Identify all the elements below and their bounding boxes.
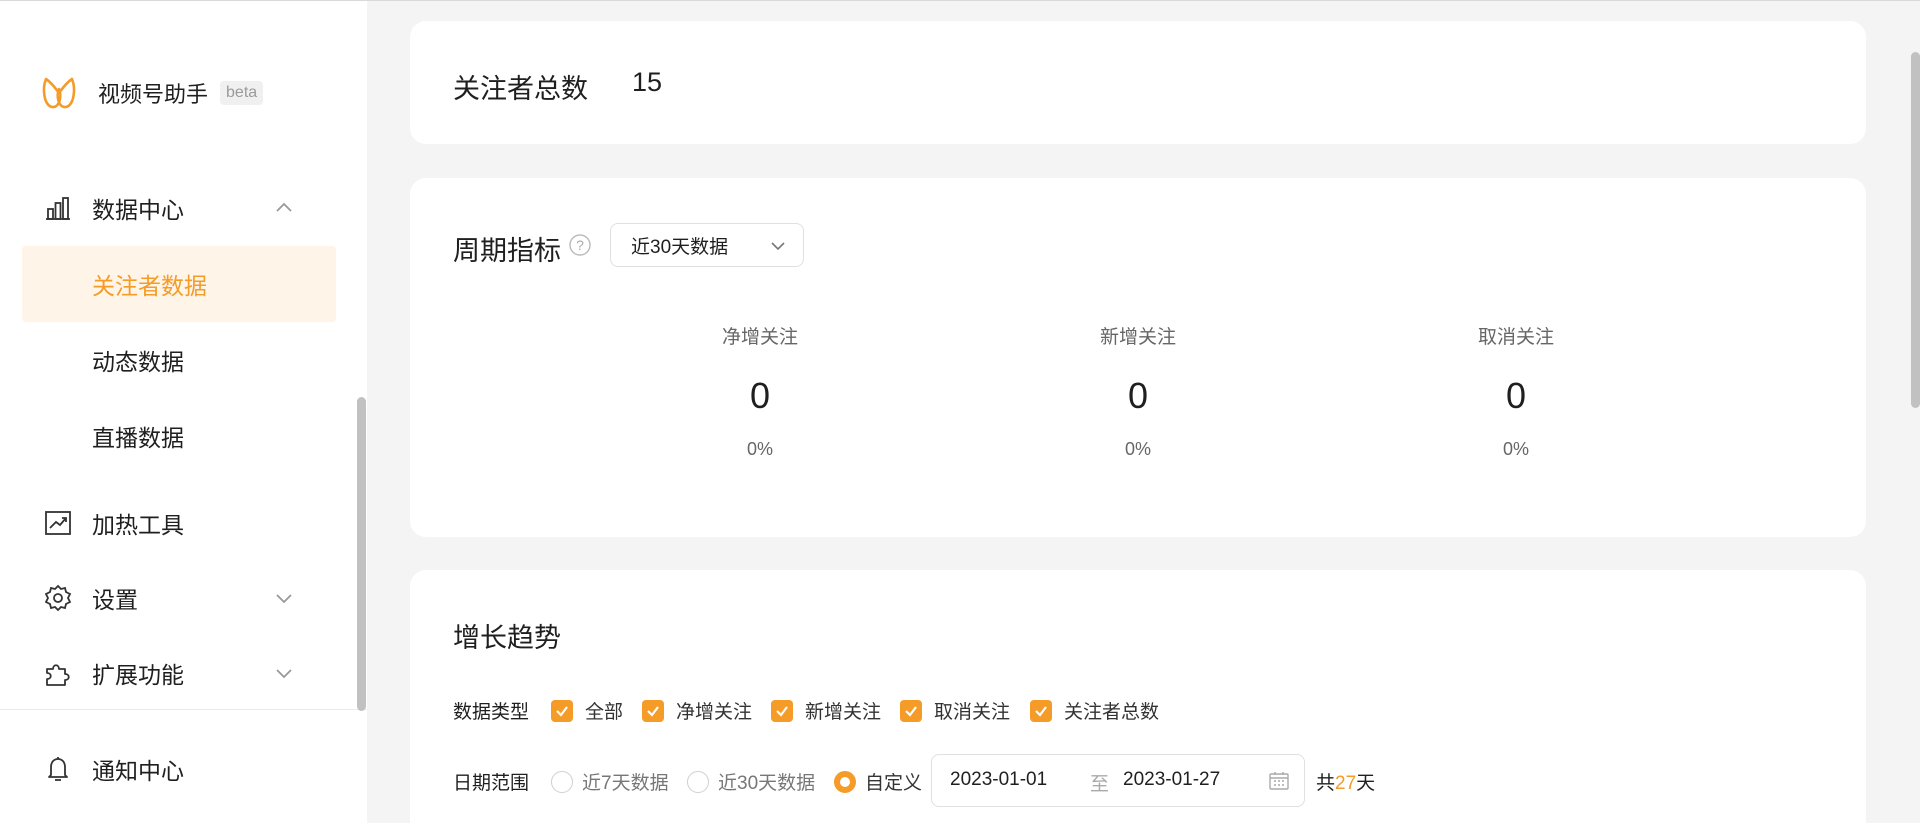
puzzle-icon bbox=[44, 659, 72, 687]
checkbox-label: 净增关注 bbox=[676, 702, 753, 723]
channels-logo-icon bbox=[42, 77, 76, 109]
data-type-label: 数据类型 bbox=[453, 702, 530, 723]
checkbox-followers-total[interactable]: 关注者总数 bbox=[1030, 697, 1159, 724]
checkbox-label: 取消关注 bbox=[934, 702, 1011, 723]
metric-unfollow: 取消关注 0 0% bbox=[1416, 322, 1616, 460]
trend-chart-icon bbox=[44, 509, 72, 537]
radio-circle bbox=[551, 770, 573, 793]
chevron-down-icon[interactable] bbox=[274, 663, 294, 683]
metric-new-follow: 新增关注 0 0% bbox=[1038, 322, 1238, 460]
nav-data-center-label: 数据中心 bbox=[92, 197, 184, 223]
checkbox-checked-icon bbox=[900, 699, 922, 722]
radio-label: 近30天数据 bbox=[718, 773, 816, 794]
sidebar-item-live-data[interactable]: 直播数据 bbox=[22, 398, 336, 474]
metric-value: 0 bbox=[1127, 375, 1149, 416]
metric-pct: 0% bbox=[1124, 439, 1151, 459]
checkbox-label: 新增关注 bbox=[805, 702, 882, 723]
followers-total-card: 关注者总数 15 bbox=[410, 21, 1866, 144]
end-date-input[interactable]: 2023-01-27 bbox=[1123, 769, 1220, 791]
checkbox-unfollow[interactable]: 取消关注 bbox=[900, 697, 1010, 724]
checkbox-net-follow[interactable]: 净增关注 bbox=[642, 697, 752, 724]
nav-extensions-label: 扩展功能 bbox=[92, 662, 184, 688]
svg-text:?: ? bbox=[576, 237, 584, 253]
nav-data-center[interactable]: 数据中心 bbox=[44, 188, 324, 228]
brand[interactable]: 视频号助手 beta bbox=[40, 75, 264, 111]
checkbox-label: 全部 bbox=[585, 702, 624, 723]
growth-trend-title: 增长趋势 bbox=[453, 623, 561, 653]
radio-circle bbox=[834, 770, 856, 793]
date-separator: 至 bbox=[1090, 774, 1110, 795]
period-select-value: 近30天数据 bbox=[631, 236, 729, 258]
help-icon[interactable]: ? bbox=[568, 233, 592, 257]
checkbox-checked-icon bbox=[642, 699, 664, 722]
calendar-icon bbox=[1269, 772, 1289, 790]
date-range-label: 日期范围 bbox=[453, 773, 530, 794]
main-scrollbar[interactable] bbox=[1911, 52, 1920, 408]
nav-promotion-tools-label: 加热工具 bbox=[92, 512, 184, 538]
gear-icon bbox=[44, 584, 72, 612]
nav-extensions[interactable]: 扩展功能 bbox=[44, 653, 324, 693]
nav-settings[interactable]: 设置 bbox=[44, 578, 324, 618]
radio-label: 自定义 bbox=[865, 773, 923, 794]
total-days-prefix: 共 bbox=[1316, 773, 1336, 794]
period-select[interactable]: 近30天数据 bbox=[610, 223, 804, 267]
total-days: 共27天 bbox=[1316, 768, 1375, 795]
nav-notification-center-label: 通知中心 bbox=[92, 758, 184, 784]
radio-custom[interactable]: 自定义 bbox=[834, 768, 922, 795]
metric-label: 新增关注 bbox=[1099, 327, 1176, 348]
metric-value: 0 bbox=[749, 375, 771, 416]
radio-last-7-days[interactable]: 近7天数据 bbox=[551, 768, 669, 795]
chevron-up-icon[interactable] bbox=[274, 198, 294, 218]
sidebar: 视频号助手 beta 数据中心 关注者数据 动态数据 直播数据 加热工具 设置 … bbox=[0, 1, 367, 823]
period-metrics-card: 周期指标 ? 近30天数据 净增关注 0 0% 新增关注 0 0% 取消关注 0… bbox=[410, 178, 1866, 537]
bell-icon bbox=[44, 755, 72, 783]
followers-total-value: 15 bbox=[632, 67, 663, 97]
checkbox-checked-icon bbox=[1030, 699, 1052, 722]
chevron-down-icon bbox=[771, 242, 785, 251]
checkbox-label: 关注者总数 bbox=[1064, 702, 1160, 723]
metric-label: 净增关注 bbox=[721, 327, 798, 348]
brand-name: 视频号助手 bbox=[98, 82, 209, 107]
growth-trend-card: 增长趋势 数据类型 全部 净增关注 新增关注 取消关注 关注者总数 日期范围 近… bbox=[410, 570, 1866, 823]
checkbox-checked-icon bbox=[551, 699, 573, 722]
sidebar-item-follower-data[interactable]: 关注者数据 bbox=[22, 246, 336, 322]
metric-value: 0 bbox=[1505, 375, 1527, 416]
checkbox-checked-icon bbox=[771, 699, 793, 722]
checkbox-new-follow[interactable]: 新增关注 bbox=[771, 697, 881, 724]
metric-net-follow: 净增关注 0 0% bbox=[660, 322, 860, 460]
nav-settings-label: 设置 bbox=[92, 587, 138, 613]
bar-chart-icon bbox=[44, 194, 72, 222]
total-days-count: 27 bbox=[1335, 773, 1357, 794]
followers-total-label: 关注者总数 bbox=[453, 74, 588, 104]
metric-pct: 0% bbox=[746, 439, 773, 459]
total-days-suffix: 天 bbox=[1356, 773, 1376, 794]
beta-badge: beta bbox=[220, 81, 264, 105]
nav-notification-center[interactable]: 通知中心 bbox=[44, 749, 324, 789]
start-date-input[interactable]: 2023-01-01 bbox=[950, 769, 1047, 791]
chevron-down-icon[interactable] bbox=[274, 588, 294, 608]
metric-pct: 0% bbox=[1502, 439, 1529, 459]
sidebar-scrollbar[interactable] bbox=[357, 397, 366, 711]
checkbox-all[interactable]: 全部 bbox=[551, 697, 623, 724]
radio-label: 近7天数据 bbox=[582, 773, 669, 794]
period-metrics-title: 周期指标 bbox=[453, 236, 561, 266]
sidebar-divider bbox=[0, 709, 367, 710]
date-range-picker[interactable]: 2023-01-01 至 2023-01-27 bbox=[931, 754, 1305, 807]
radio-circle bbox=[687, 770, 709, 793]
sidebar-item-post-data[interactable]: 动态数据 bbox=[22, 322, 336, 398]
radio-last-30-days[interactable]: 近30天数据 bbox=[687, 768, 815, 795]
metric-label: 取消关注 bbox=[1477, 327, 1554, 348]
nav-promotion-tools[interactable]: 加热工具 bbox=[44, 503, 324, 543]
